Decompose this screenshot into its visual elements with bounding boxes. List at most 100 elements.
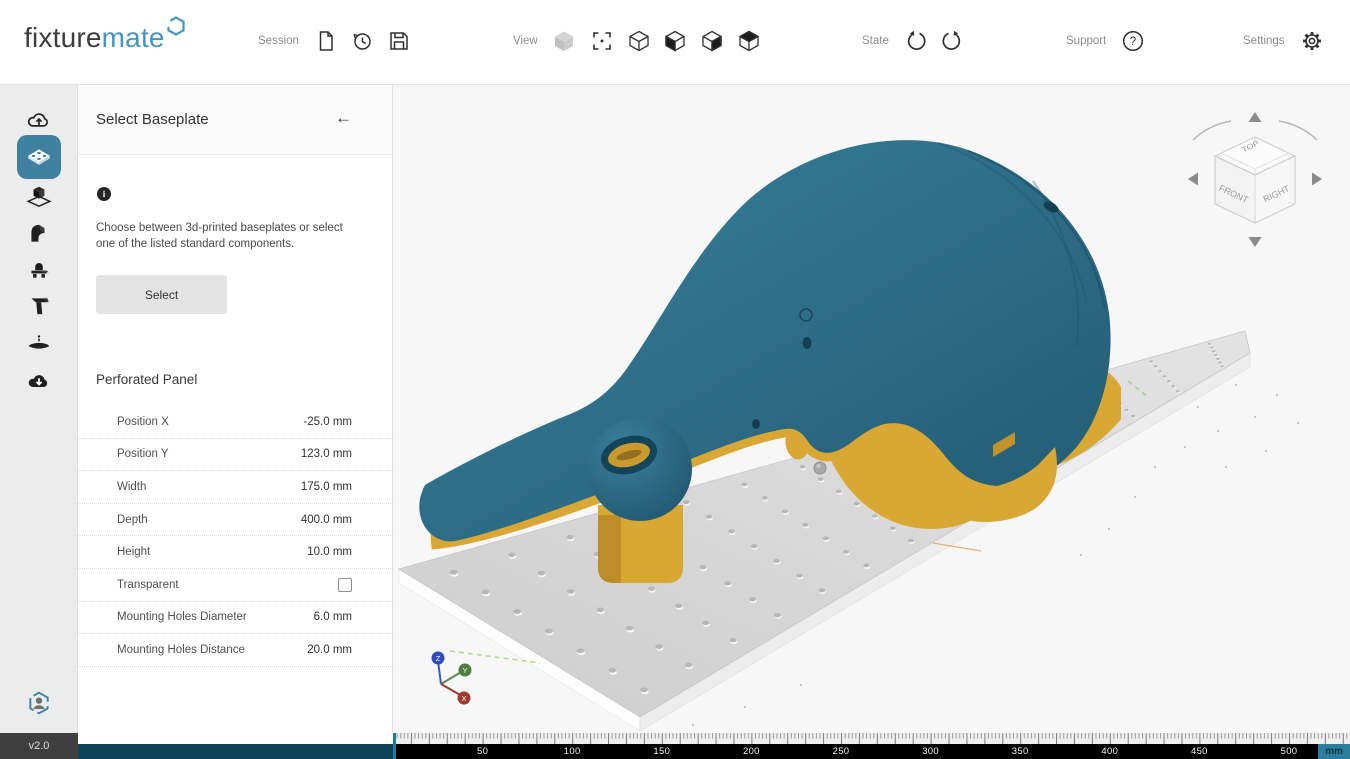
tool-sidebar: [0, 85, 78, 733]
property-row: Mounting Holes Distance 20.0 mm: [78, 634, 393, 667]
save-icon[interactable]: [387, 29, 411, 53]
clamp-icon: [31, 297, 49, 315]
sidebar-item-export[interactable]: [17, 361, 61, 401]
property-row: Width 175.0 mm: [78, 471, 393, 504]
nav-arc-right[interactable]: [1278, 120, 1318, 141]
panel-header: Select Baseplate ←: [78, 85, 392, 155]
shaded-cube-icon[interactable]: [552, 29, 576, 53]
zoom-fit-icon[interactable]: [590, 29, 614, 53]
user-hexagon-icon: [29, 691, 49, 715]
nav-cube[interactable]: TOP FRONT RIGHT: [1188, 112, 1322, 247]
undo-icon[interactable]: [904, 29, 928, 53]
ruler-number: 350: [1011, 746, 1029, 757]
property-label: Transparent: [117, 578, 179, 591]
nav-arc-left[interactable]: [1192, 120, 1232, 141]
history-icon[interactable]: [350, 29, 374, 53]
bottom-bar: v2.0 50 100 150 200 250 300 350 400 450 500 mm: [0, 733, 1350, 759]
part-supports-icon: [31, 263, 49, 278]
state-group-label: State: [862, 35, 889, 47]
panel-description: Choose between 3d-printed baseplates or …: [96, 222, 343, 250]
transparent-checkbox[interactable]: [338, 577, 352, 592]
back-arrow-button[interactable]: ←: [335, 108, 352, 128]
logo-text-fixture: fixture: [24, 22, 102, 53]
baseplate-icon: [28, 149, 50, 165]
property-row: Mounting Holes Diameter 6.0 mm: [78, 602, 393, 635]
property-value[interactable]: 175.0 mm: [301, 481, 352, 493]
ruler: 50 100 150 200 250 300 350 400 450 500 mm: [393, 733, 1350, 759]
property-row: Position X -25.0 mm: [78, 406, 393, 439]
nav-arrow-right[interactable]: [1312, 172, 1322, 186]
property-row: Position Y 123.0 mm: [78, 439, 393, 472]
session-group-label: Session: [258, 35, 299, 47]
svg-text:?: ?: [1130, 36, 1136, 48]
nav-arrow-up[interactable]: [1248, 112, 1262, 122]
disc-icon: [28, 335, 50, 349]
help-icon[interactable]: ?: [1121, 29, 1145, 53]
nav-arrow-left[interactable]: [1188, 172, 1198, 186]
ruler-number: 400: [1101, 746, 1119, 757]
logo-text-mate: mate: [101, 22, 165, 53]
part-on-plate-icon: [26, 186, 52, 208]
sidebar-item-clamps[interactable]: [17, 286, 61, 326]
property-value[interactable]: 10.0 mm: [307, 546, 352, 558]
property-label: Position X: [117, 415, 169, 428]
property-value[interactable]: 6.0 mm: [314, 611, 352, 623]
sidebar-item-select-baseplate[interactable]: [17, 135, 61, 179]
viewport-3d[interactable]: TOP FRONT RIGHT Z Y X: [393, 85, 1350, 733]
cube-top-face-icon[interactable]: [737, 29, 761, 53]
top-toolbar: fixturemate Session View State Support ?: [0, 0, 1350, 85]
fixture-block-icon: [31, 224, 45, 242]
ruler-unit-chip: mm: [1318, 744, 1350, 759]
cloud-upload-icon: [27, 113, 48, 127]
property-label: Mounting Holes Diameter: [117, 611, 247, 624]
axis-x-label: X: [461, 694, 466, 703]
sidebar-item-account[interactable]: [17, 683, 61, 723]
ruler-number: 100: [563, 746, 581, 757]
app-logo: fixturemate: [24, 16, 185, 54]
cube-right-face-icon[interactable]: [700, 29, 724, 53]
ruler-number: 150: [653, 746, 671, 757]
baseplate-panel: Select Baseplate ← i Choose between 3d-p…: [78, 85, 393, 733]
sidebar-item-supports[interactable]: [17, 249, 61, 289]
nav-arrow-down[interactable]: [1248, 237, 1262, 247]
property-row: Height 10.0 mm: [78, 536, 393, 569]
property-label: Position Y: [117, 448, 169, 461]
gear-icon[interactable]: [1300, 29, 1324, 53]
ruler-number-bar: 50 100 150 200 250 300 350 400 450 500: [393, 744, 1350, 759]
settings-group-label: Settings: [1243, 35, 1285, 47]
property-value[interactable]: 20.0 mm: [307, 644, 352, 656]
property-row: Transparent: [78, 569, 393, 602]
3d-scene-canvas[interactable]: TOP FRONT RIGHT Z Y X: [393, 85, 1350, 733]
cloud-download-icon: [28, 375, 48, 387]
sidebar-item-spacers[interactable]: [17, 324, 61, 364]
panel-progress-bar: [78, 744, 393, 759]
ruler-number: 50: [477, 746, 489, 757]
ruler-number: 200: [743, 746, 760, 757]
property-label: Height: [117, 546, 151, 559]
property-label: Mounting Holes Distance: [117, 643, 245, 656]
property-value[interactable]: 400.0 mm: [301, 514, 352, 526]
cube-left-face-icon[interactable]: [663, 29, 687, 53]
property-label: Depth: [117, 513, 148, 526]
axis-gizmo: Z Y X: [431, 651, 472, 705]
property-label: Width: [117, 480, 147, 493]
ruler-number: 450: [1191, 746, 1208, 757]
property-value[interactable]: 123.0 mm: [301, 448, 352, 460]
ruler-zero-marker: [393, 733, 396, 759]
select-baseplate-button[interactable]: Select: [96, 275, 227, 314]
section-title: Perforated Panel: [96, 372, 198, 387]
redo-icon[interactable]: [940, 29, 964, 53]
ruler-number: 250: [832, 746, 850, 757]
cube-wireframe-icon[interactable]: [627, 29, 651, 53]
info-icon: i: [97, 187, 111, 201]
support-group-label: Support: [1066, 35, 1107, 47]
sidebar-item-fixture-body[interactable]: [17, 213, 61, 253]
ruler-number: 300: [922, 746, 939, 757]
property-value[interactable]: -25.0 mm: [303, 416, 352, 428]
new-file-icon[interactable]: [314, 29, 338, 53]
property-row: Depth 400.0 mm: [78, 504, 393, 537]
logo-hexagon-icon: [167, 16, 185, 36]
panel-footer: [78, 733, 393, 759]
view-group-label: View: [513, 35, 538, 47]
sidebar-item-orient-part[interactable]: [17, 177, 61, 217]
